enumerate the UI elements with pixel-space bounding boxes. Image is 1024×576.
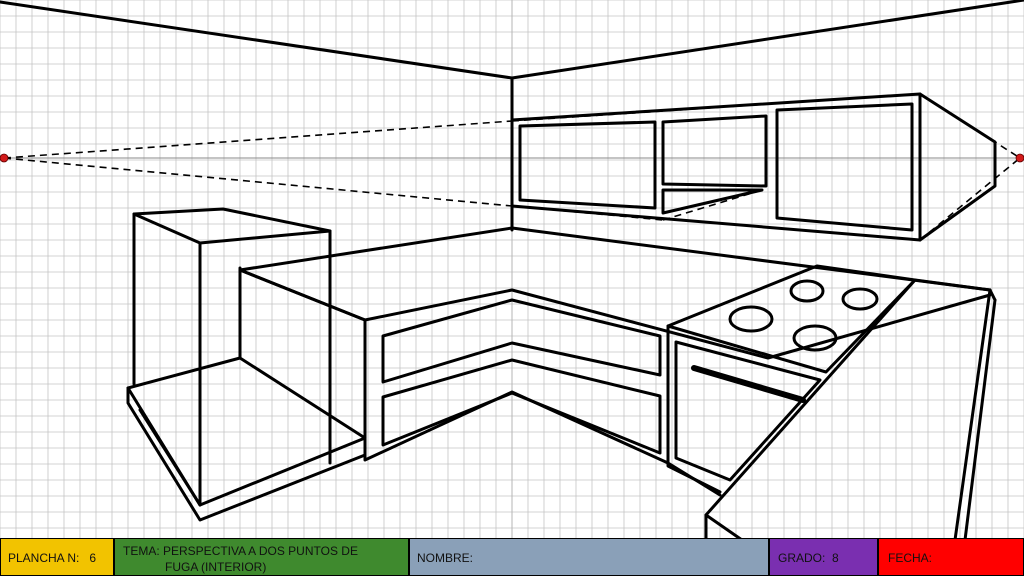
fecha-label: FECHA: (888, 551, 933, 565)
plancha-value: 6 (89, 551, 97, 565)
nombre-label: NOMBRE: (417, 551, 474, 565)
stove (666, 264, 917, 494)
grado-label-text: GRADO: (778, 551, 826, 565)
plancha-label-text: PLANCHA N: (8, 551, 80, 565)
grado-label: GRADO: 8 (778, 551, 839, 565)
tema-field: TEMA: PERSPECTIVA A DOS PUNTOS DE FUGA (… (114, 538, 409, 576)
plancha-field: PLANCHA N: 6 (0, 538, 114, 576)
right-counter (704, 278, 997, 540)
left-vanishing-point (0, 153, 9, 163)
back-counter (238, 226, 992, 497)
right-vanishing-point (1015, 153, 1024, 163)
grado-value: 8 (832, 551, 839, 565)
perspective-drawing (0, 0, 1024, 540)
plancha-label: PLANCHA N: 6 (8, 551, 96, 565)
grado-field: GRADO: 8 (769, 538, 878, 576)
title-block: PLANCHA N: 6 TEMA: PERSPECTIVA A DOS PUN… (0, 538, 1024, 576)
nombre-field[interactable]: NOMBRE: (409, 538, 769, 576)
fecha-field[interactable]: FECHA: (878, 538, 1024, 576)
tema-label-line1: TEMA: PERSPECTIVA A DOS PUNTOS DE (123, 544, 358, 558)
tema-label-line2: FUGA (INTERIOR) (165, 560, 267, 574)
upper-cabinets (510, 92, 997, 242)
worksheet: PLANCHA N: 6 TEMA: PERSPECTIVA A DOS PUN… (0, 0, 1024, 576)
